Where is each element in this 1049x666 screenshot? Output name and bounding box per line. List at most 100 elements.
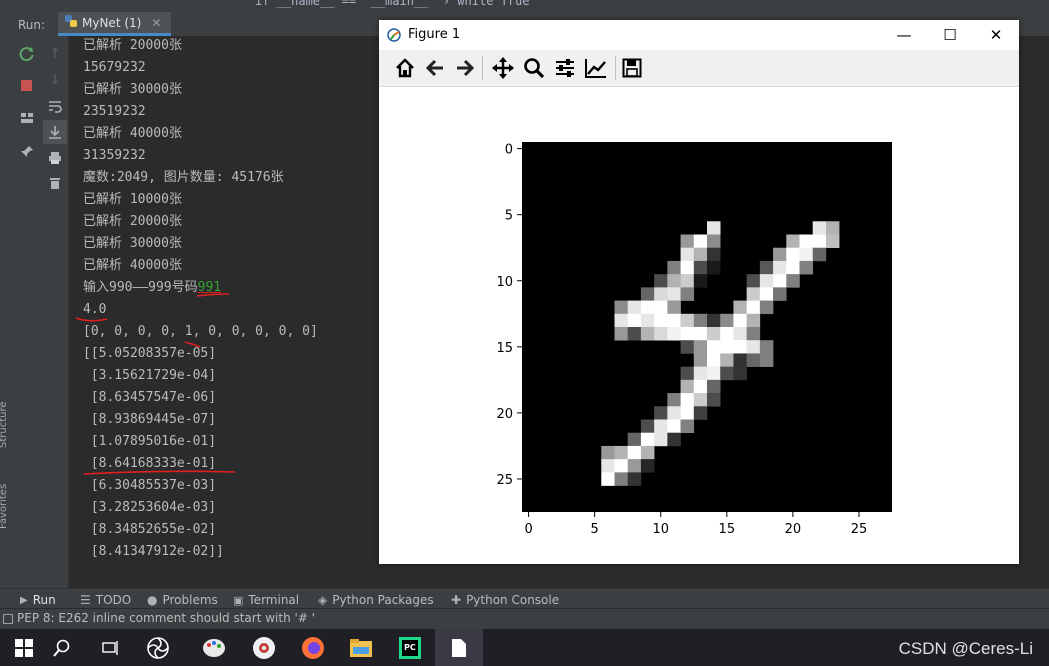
pixel-cell (654, 432, 668, 447)
pixel-cell (707, 260, 721, 275)
y-tick-label: 25 (496, 473, 513, 488)
pixel-cell (693, 340, 708, 354)
pixel-cell (773, 247, 787, 262)
pixel-cell (627, 472, 642, 486)
pixel-cell (733, 313, 747, 328)
editor-breadcrumb[interactable]: if __name__ == '__main__' › while True (255, 0, 530, 8)
pixel-cell (720, 340, 734, 354)
pixel-cell (825, 234, 840, 249)
soft-wrap-icon[interactable] (43, 94, 67, 118)
pin-icon[interactable] (15, 140, 39, 164)
pixel-cell (654, 327, 668, 341)
pixel-cell (640, 445, 655, 460)
figure-toolbar (379, 50, 1019, 87)
tab-python-packages-label: Python Packages (332, 593, 434, 607)
maximize-icon[interactable]: ☐ (927, 20, 973, 50)
tab-problems-label: Problems (162, 593, 218, 607)
pixel-cell (627, 459, 642, 473)
red-annotation-marks (75, 293, 236, 475)
pinwheel-app-icon[interactable] (134, 629, 182, 666)
pixel-cell (746, 340, 761, 354)
pixel-cell (720, 353, 734, 367)
pixel-cell (640, 459, 655, 473)
pixel-cell (680, 379, 695, 394)
tab-python-console[interactable]: ✚ Python Console (451, 591, 559, 609)
firefox-icon[interactable] (289, 629, 337, 666)
pixel-cell (627, 300, 642, 315)
structure-tool-label[interactable]: Structure (0, 401, 9, 448)
trash-icon[interactable] (43, 171, 67, 195)
pixel-cell (601, 472, 615, 486)
tab-python-packages[interactable]: ◈ Python Packages (318, 591, 434, 609)
scroll-to-end-icon[interactable] (43, 120, 67, 144)
close-window-icon[interactable]: ✕ (973, 20, 1019, 50)
pan-icon[interactable] (489, 55, 517, 81)
run-label: Run: (18, 18, 46, 32)
python-console-icon: ✚ (451, 593, 462, 607)
pixel-cell (773, 274, 787, 288)
print-icon[interactable] (43, 146, 67, 170)
minimize-icon[interactable]: — (881, 20, 927, 50)
status-square-icon[interactable] (3, 614, 13, 624)
pixel-cell (667, 287, 681, 301)
x-tick-label: 25 (851, 522, 868, 537)
pixel-cell (720, 313, 734, 328)
pixel-cell (680, 234, 695, 249)
favorites-tool-label[interactable]: Favorites (0, 484, 9, 529)
stop-icon[interactable] (15, 74, 39, 98)
pixel-cell (707, 247, 721, 262)
pixel-cell (667, 260, 681, 275)
pixel-cell (614, 313, 629, 328)
run-tab-mynet[interactable]: MyNet (1) ✕ (58, 12, 172, 36)
task-view-icon[interactable] (86, 629, 134, 666)
pixel-cell (680, 366, 695, 381)
pixel-cell (680, 419, 695, 434)
pixel-cell (680, 274, 695, 288)
pixel-cell (614, 327, 629, 341)
edit-axis-icon[interactable] (582, 55, 610, 81)
pixel-cell (667, 406, 681, 420)
layout-icon[interactable] (15, 106, 39, 130)
tab-run[interactable]: ▶ Run (20, 591, 56, 609)
pixel-cell (680, 393, 695, 407)
file-explorer-icon[interactable] (337, 629, 385, 666)
tab-todo[interactable]: ☰ TODO (80, 591, 131, 609)
pixel-cell (746, 287, 761, 301)
pixel-cell (693, 313, 708, 328)
down-arrow-icon[interactable]: ↓ (43, 68, 67, 92)
console-output[interactable]: 已解析 20000张 15679232 已解析 30000张 23519232 … (69, 36, 379, 588)
pixel-cell (746, 313, 761, 328)
pixel-cell (720, 366, 734, 381)
plot-area[interactable]: 0 5 10 15 20 25 0 5 10 15 20 25 (379, 87, 1019, 564)
pixel-cell (799, 260, 814, 275)
configure-subplots-icon[interactable] (551, 55, 579, 81)
music-app-icon[interactable] (240, 629, 288, 666)
tab-terminal[interactable]: ▣ Terminal (233, 591, 299, 609)
pixel-cell (640, 313, 655, 328)
pixel-cell (733, 366, 747, 381)
zoom-icon[interactable] (520, 55, 548, 81)
document-icon[interactable] (435, 629, 483, 666)
save-icon[interactable] (618, 55, 646, 81)
tab-run-label: Run (32, 593, 56, 607)
pixel-cell (693, 379, 708, 394)
status-message[interactable]: PEP 8: E262 inline comment should start … (17, 611, 315, 625)
up-arrow-icon[interactable]: ↑ (43, 42, 67, 66)
left-tool-strip: Structure Favorites (0, 36, 12, 588)
rerun-icon[interactable] (15, 42, 39, 66)
pixel-cell (693, 393, 708, 407)
x-tick-label: 0 (524, 522, 532, 537)
pixel-cell (759, 287, 774, 301)
tab-problems[interactable]: ● Problems (147, 591, 218, 609)
back-icon[interactable] (421, 55, 449, 81)
pycharm-icon[interactable]: PC (386, 629, 434, 666)
paint-app-icon[interactable] (190, 629, 238, 666)
forward-icon[interactable] (451, 55, 479, 81)
problems-icon: ● (147, 593, 158, 607)
pixel-cell (825, 221, 840, 235)
close-icon[interactable]: ✕ (151, 16, 161, 30)
digit-image-plot: 0 5 10 15 20 25 0 5 10 15 20 25 (496, 142, 892, 537)
search-icon[interactable] (38, 629, 86, 666)
pixel-cell (707, 379, 721, 394)
home-icon[interactable] (391, 55, 419, 81)
